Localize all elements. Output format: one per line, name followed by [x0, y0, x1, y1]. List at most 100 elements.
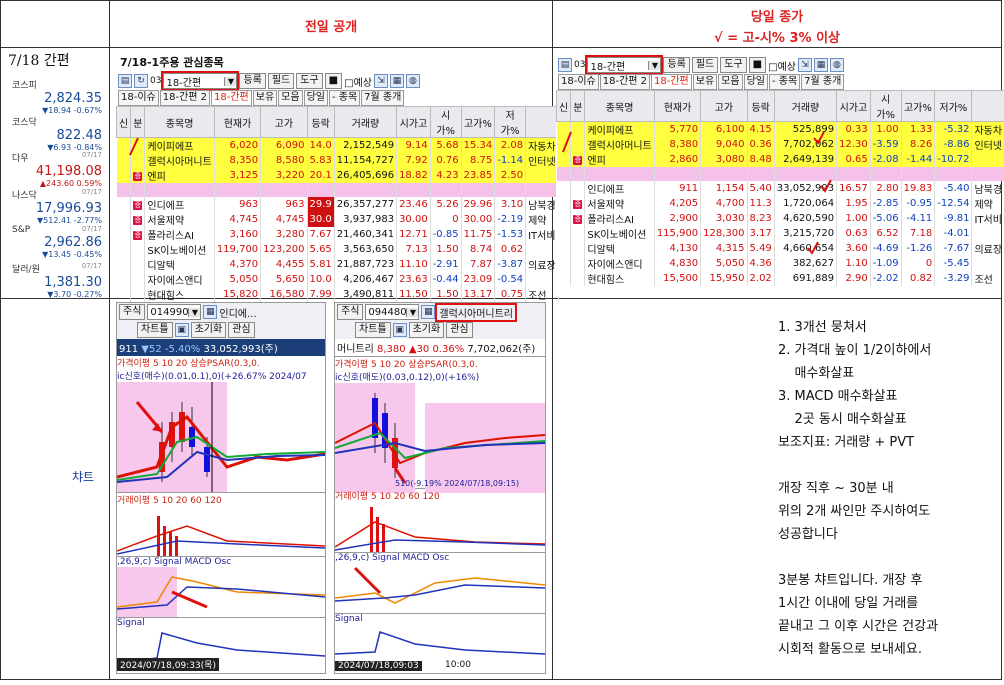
table-row[interactable]: 인디에프 911 1,154 5.40 33,052,993 16.57 2.80 19.83… — [556, 181, 1004, 196]
column-header[interactable]: 분 — [130, 106, 146, 138]
stock-name[interactable]: 서울제약 — [144, 212, 215, 227]
tools-button[interactable]: 도구 — [720, 57, 747, 73]
table-row[interactable]: 증 폴라리스AI 3,160 3,280 7.67 21,460,341 12.71 -0.8… — [116, 227, 559, 242]
export-icon[interactable]: ⇲ — [797, 58, 812, 72]
stock-name[interactable]: 디알텍 — [144, 257, 215, 272]
stock-name[interactable]: 인디에프 — [144, 197, 215, 212]
stock-name[interactable]: 현대힘스 — [584, 271, 655, 286]
stock-name[interactable]: 갤럭시아머니트 — [584, 137, 655, 152]
column-header[interactable]: 고가% — [460, 106, 496, 138]
column-header[interactable]: 신 — [115, 106, 132, 138]
tab-collection[interactable]: 모음 — [278, 90, 303, 106]
code-select[interactable]: 094480 ▼ — [365, 304, 420, 320]
column-header[interactable]: 시가% — [429, 106, 462, 138]
stock-name[interactable]: 인디에프 — [584, 181, 655, 196]
field-button[interactable]: 필드 — [691, 57, 719, 73]
column-header[interactable]: 종목명 — [584, 90, 655, 122]
column-header[interactable]: 분 — [570, 90, 586, 122]
column-header[interactable]: 등락 — [746, 90, 775, 122]
column-header[interactable]: 현재가 — [213, 106, 262, 138]
table-row[interactable]: 현대힘스 15,500 15,950 2.02 691,889 2.90 -2.02 0.82… — [556, 271, 1004, 286]
group-select[interactable]: 18-간편 ▼ — [161, 71, 240, 91]
column-header[interactable]: 신 — [555, 90, 572, 122]
table-row[interactable]: 증 서울제약 4,205 4,700 11.3 1,720,064 1.95 -2.85 -0.… — [556, 196, 1004, 211]
stock-name[interactable]: 엔피 — [584, 152, 655, 167]
tab-july-open[interactable]: 7월 종개 — [361, 90, 405, 106]
save-icon[interactable]: ▣ — [392, 323, 407, 337]
save-icon[interactable]: ▣ — [174, 323, 189, 337]
tools-button[interactable]: 도구 — [296, 73, 323, 89]
chart-template-button[interactable]: 차트틀 — [137, 322, 173, 338]
stock-name[interactable]: 케이피에프 — [584, 121, 655, 137]
grid-icon[interactable]: ▦ — [813, 58, 828, 72]
forecast-checkbox[interactable]: □예상 — [344, 74, 372, 89]
table-row[interactable]: 증 서울제약 4,745 4,745 30.0 3,937,983 30.00 0 30.00-… — [116, 212, 559, 227]
column-header[interactable] — [971, 90, 1004, 122]
table-row[interactable] — [116, 183, 559, 197]
stock-name[interactable]: 갤럭시아머니트 — [144, 153, 215, 168]
column-header[interactable]: 시가% — [869, 90, 902, 122]
tab-holdings[interactable]: 보유 — [692, 74, 718, 90]
stock-name[interactable]: 서울제약 — [584, 196, 655, 211]
column-header[interactable]: 거래량 — [333, 106, 398, 138]
market-select[interactable]: 주식 — [119, 304, 146, 320]
tab-18-simple[interactable]: 18-간편 — [211, 90, 252, 106]
table-row[interactable]: SK이노베이션 119,700 123,200 5.65 3,563,650 7.13 1.… — [116, 242, 559, 257]
forecast-checkbox[interactable]: □예상 — [768, 58, 796, 73]
tab-18-simple-2[interactable]: 18-간편 2 — [159, 90, 211, 106]
folder-icon[interactable]: ▤ — [558, 58, 572, 72]
column-header[interactable]: 시가고 — [396, 106, 431, 138]
stock-name[interactable]: 현대힘스 — [144, 287, 215, 302]
stock-name[interactable]: 폴라리스AI — [144, 227, 215, 242]
grid-icon[interactable]: ▦ — [421, 305, 436, 319]
table-row[interactable]: 자이에스앤디 5,050 5,650 10.0 4,206,467 23.63 -0.44 2… — [116, 272, 559, 287]
reset-button[interactable]: 초기화 — [408, 322, 445, 338]
column-header[interactable]: 고가% — [900, 90, 936, 122]
stock-name[interactable]: 케이피에프 — [144, 137, 215, 153]
field-button[interactable]: 필드 — [267, 73, 295, 89]
column-header[interactable]: 저가% — [494, 106, 527, 138]
table-row[interactable]: 증 엔피 2,860 3,080 8.48 2,649,139 0.65 -2.08 -1.44… — [556, 152, 1004, 167]
tab-stocks[interactable]: - 종목 — [328, 90, 361, 106]
reset-button[interactable]: 초기화 — [190, 322, 227, 338]
stock-name[interactable]: SK이노베이션 — [584, 226, 655, 241]
stock-name[interactable] — [144, 183, 215, 197]
column-header[interactable]: 거래량 — [773, 90, 838, 122]
stock-name[interactable]: 자이에스앤디 — [584, 256, 655, 271]
table-row[interactable]: 증 엔피 3,125 3,220 20.1 26,405,696 18.82 4.23 23.8… — [116, 168, 559, 183]
table-row[interactable]: 자이에스앤디 4,830 5,050 4.36 382,627 1.10 -1.09 0 -5.… — [556, 256, 1004, 271]
table-row[interactable]: 케이피에프 5,770 6,100 4.15 525,899 0.33 1.00 1.33 -5… — [556, 121, 1004, 137]
code-select[interactable]: 014990 ▼ — [147, 304, 202, 320]
chevron-down-icon[interactable]: ▼ — [224, 76, 237, 86]
tab-18-issue[interactable]: 18-이슈 — [118, 90, 159, 106]
table-row[interactable]: SK이노베이션 115,900 128,300 3.17 3,215,720 0.63 6.… — [556, 226, 1004, 241]
tab-holdings[interactable]: 보유 — [252, 90, 278, 106]
tab-18-simple[interactable]: 18-간편 — [651, 74, 692, 90]
chevron-down-icon[interactable]: ▼ — [406, 307, 419, 317]
watch-button[interactable]: 관심 — [228, 322, 255, 338]
group-select[interactable]: 18-간편 ▼ — [585, 55, 664, 75]
tab-collection[interactable]: 모음 — [718, 74, 743, 90]
chevron-down-icon[interactable]: ▼ — [648, 60, 661, 70]
column-header[interactable]: 종목명 — [144, 106, 215, 138]
column-header[interactable] — [525, 106, 559, 138]
watch-button[interactable]: 관심 — [446, 322, 473, 338]
table-row[interactable]: 갤럭시아머니트 8,350 8,580 5.83 11,154,727 7.92 0.76 8… — [116, 153, 559, 168]
column-header[interactable]: 저가% — [934, 90, 973, 122]
chevron-down-icon[interactable]: ▼ — [188, 307, 201, 317]
table-row[interactable]: 증 인디에프 963 963 29.9 26,357,277 23.46 5.26 29.96 3… — [116, 197, 559, 212]
column-header[interactable]: 시가고 — [836, 90, 871, 122]
grid-icon[interactable]: ▦ — [389, 74, 404, 88]
table-row[interactable]: 증 폴라리스AI 2,900 3,030 8.23 4,620,590 1.00 -5.06-… — [556, 211, 1004, 226]
stock-name[interactable]: 자이에스앤디 — [144, 272, 215, 287]
tab-today[interactable]: 당일 — [743, 74, 768, 90]
refresh-icon[interactable]: ↻ — [134, 74, 148, 88]
stock-name[interactable]: SK이노베이션 — [144, 242, 215, 257]
column-header[interactable]: 고가 — [260, 106, 308, 138]
register-button[interactable]: 등록 — [663, 57, 690, 73]
table-row[interactable] — [556, 167, 1004, 181]
folder-icon[interactable]: ▤ — [118, 74, 132, 88]
column-header[interactable]: 등락 — [306, 106, 335, 138]
view-mode-button[interactable]: ■ — [324, 73, 343, 89]
market-select[interactable]: 주식 — [337, 304, 364, 320]
